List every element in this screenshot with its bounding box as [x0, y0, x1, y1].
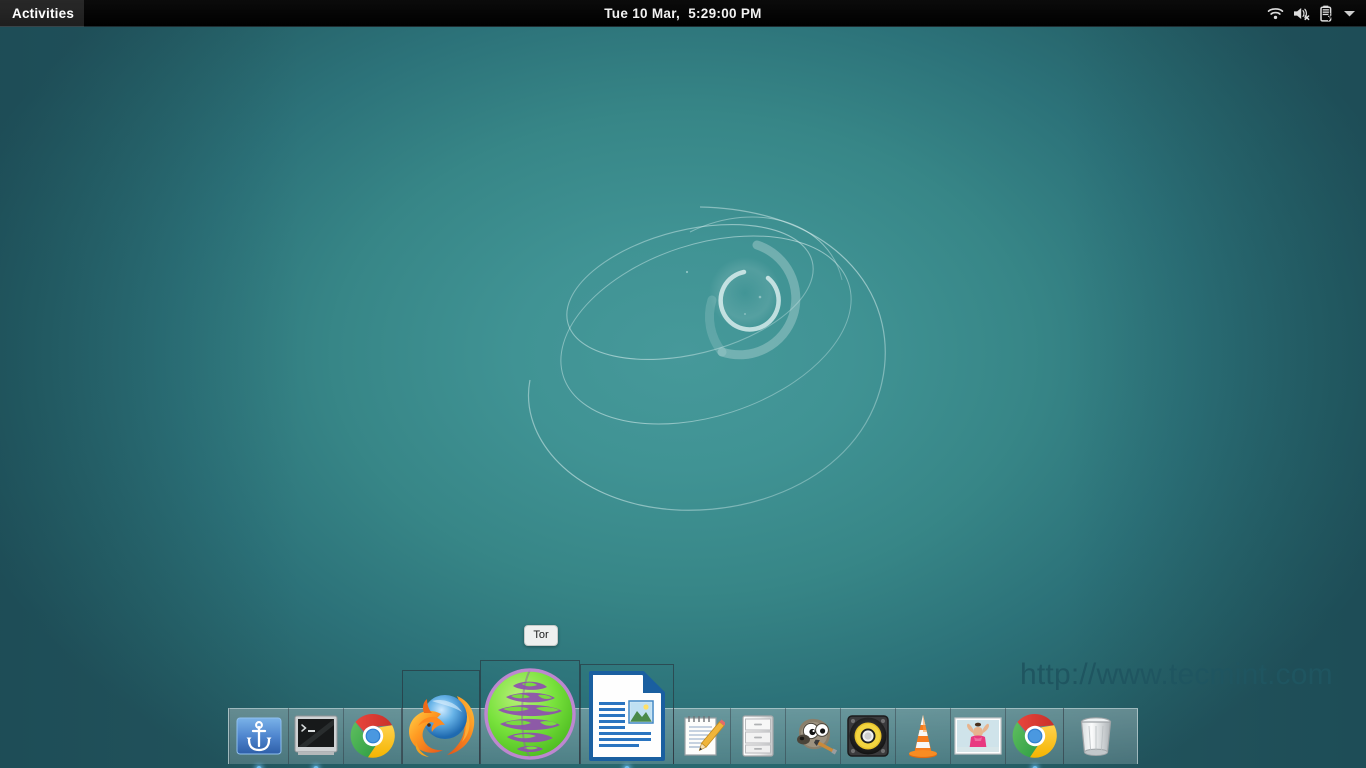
vlc-cone-icon-wrap [901, 712, 945, 760]
tor-globe-icon [480, 664, 580, 764]
dock-panel[interactable] [228, 708, 1138, 764]
dock-item-chrome-2[interactable] [1006, 708, 1064, 764]
chevron-down-icon[interactable] [1343, 9, 1356, 18]
dock-item-trash[interactable] [1064, 708, 1127, 764]
trash-bin-icon-wrap [1075, 714, 1117, 758]
dock-item-files[interactable] [731, 708, 786, 764]
firefox-icon [402, 684, 480, 762]
chrome-icon-wrap [349, 712, 397, 760]
file-cabinet-icon [737, 713, 779, 759]
dock-item-image-viewer[interactable] [951, 708, 1006, 764]
desktop-background[interactable]: http://www.tecmint.com Activities Tue 10… [0, 0, 1366, 768]
speaker-icon [845, 713, 891, 759]
gimp-wilber-icon [789, 714, 837, 758]
writer-doc-icon [585, 670, 669, 762]
anchor-icon [236, 716, 282, 756]
dock-item-gimp[interactable] [786, 708, 841, 764]
clock-label[interactable]: Tue 10 Mar, 5:29:00 PM [604, 6, 761, 21]
dock-item-text-editor[interactable] [674, 708, 731, 764]
dock-item-sound[interactable] [841, 708, 896, 764]
vlc-cone-icon [901, 712, 945, 760]
chrome-icon [349, 712, 397, 760]
gimp-wilber-icon-wrap [789, 714, 837, 758]
file-cabinet-icon-wrap [737, 713, 779, 759]
photo-icon [954, 717, 1002, 755]
system-indicators[interactable] [1267, 0, 1360, 27]
tor-globe-icon-wrap [480, 664, 580, 764]
battery-charging-icon[interactable] [1320, 5, 1334, 22]
watermark-url: http://www.tecmint.com [1020, 658, 1333, 692]
activities-button[interactable]: Activities [0, 0, 84, 27]
dock-item-writer[interactable] [580, 708, 674, 764]
top-bar: Activities Tue 10 Mar, 5:29:00 PM [0, 0, 1366, 27]
anchor-icon-wrap [236, 716, 282, 756]
chrome-icon-wrap-2 [1011, 712, 1059, 760]
chrome-icon [1011, 712, 1059, 760]
writer-doc-icon-wrap [585, 670, 669, 762]
notepad-pencil-icon-wrap [679, 713, 725, 759]
speaker-icon-wrap [845, 713, 891, 759]
dock-item-firefox[interactable] [402, 708, 480, 764]
wallpaper-swirl-art [0, 0, 1366, 768]
clock-area: Tue 10 Mar, 5:29:00 PM [0, 6, 1366, 21]
trash-bin-icon [1075, 714, 1117, 758]
dock-tooltip: Tor [524, 625, 558, 646]
dock-item-anchor[interactable] [229, 708, 289, 764]
firefox-icon-wrap [402, 684, 480, 762]
wifi-icon[interactable] [1267, 6, 1284, 21]
terminal-icon [294, 715, 338, 757]
terminal-icon-wrap [294, 715, 338, 757]
dock-item-vlc[interactable] [896, 708, 951, 764]
volume-muted-icon[interactable] [1293, 6, 1311, 21]
dock-item-chrome[interactable] [344, 708, 402, 764]
photo-icon-wrap [954, 717, 1002, 755]
dock-item-tor-browser[interactable] [480, 708, 580, 764]
dock-item-terminal[interactable] [289, 708, 344, 764]
notepad-pencil-icon [679, 713, 725, 759]
